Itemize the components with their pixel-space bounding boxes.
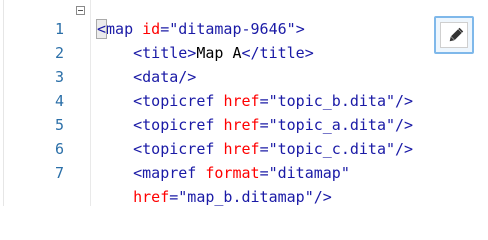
line-number: 3 [54,68,64,86]
code-token: "ditamap-9646" [169,20,296,38]
code-token: "topic_a.dita" [268,116,396,134]
code-text[interactable]: <map id="ditamap-9646"> [95,17,305,41]
code-token: <title> [97,44,197,62]
code-token: /> [395,116,414,134]
code-token: < [95,19,108,39]
code-token: format [205,164,260,182]
code-token: = [259,140,269,158]
code-token: <topicref [97,140,224,158]
code-line[interactable]: 6 <topicref href="topic_c.dita"/> [0,137,440,161]
code-token: <topicref [97,92,224,110]
code-text[interactable]: <data/> [97,65,196,89]
code-token: id [142,20,161,38]
code-token: href [223,116,260,134]
code-line[interactable]: 7 <mapref format="ditamap" [0,161,440,185]
line-number: 6 [54,140,64,158]
code-token: = [259,164,269,182]
code-text[interactable]: <topicref href="topic_b.dita"/> [97,89,413,113]
pencil-icon [449,27,464,42]
code-token: Map A [196,44,242,62]
code-token: /> [395,92,414,110]
code-token: /> [395,140,414,158]
code-text[interactable]: href="map_b.ditamap"/> [97,185,332,209]
code-line[interactable]: 1 <map id="ditamap-9646"> [0,17,440,41]
code-token: <topicref [97,116,224,134]
code-token: map [106,20,143,38]
code-token: "ditamap" [268,164,350,182]
code-token: = [169,188,179,206]
line-number: 2 [54,44,64,62]
code-line[interactable]: 3 <data/> [0,65,440,89]
code-token: href [97,188,170,206]
code-text[interactable]: <topicref href="topic_c.dita"/> [97,137,413,161]
edit-button[interactable] [434,16,474,54]
code-token: > [295,20,305,38]
code-token: </title> [241,44,314,62]
line-number: 1 [54,20,64,38]
code-text[interactable]: <topicref href="topic_a.dita"/> [97,113,413,137]
code-token: = [259,92,269,110]
code-token: = [160,20,170,38]
code-token: /> [313,188,332,206]
code-token: <mapref [97,164,206,182]
code-line[interactable]: 4 <topicref href="topic_b.dita"/> [0,89,440,113]
code-line[interactable]: 5 <topicref href="topic_a.dita"/> [0,113,440,137]
code-token: <data/> [97,68,197,86]
code-token: href [223,92,260,110]
code-token: "topic_b.dita" [268,92,396,110]
collapse-minus-icon[interactable] [76,6,85,15]
code-line[interactable]: 2 <title>Map A</title> [0,41,440,65]
code-token: "topic_c.dita" [268,140,396,158]
code-token: = [259,116,269,134]
code-token: href [223,140,260,158]
code-editor[interactable]: 1 <map id="ditamap-9646"> 2 <title>Map A</… [0,0,488,206]
code-line[interactable]: href="map_b.ditamap"/> [0,185,440,209]
line-number: 5 [54,116,64,134]
line-number: 4 [54,92,64,110]
code-text[interactable]: <title>Map A</title> [97,41,314,65]
code-token: "map_b.ditamap" [178,188,314,206]
line-number: 7 [54,164,64,182]
code-text[interactable]: <mapref format="ditamap" [97,161,350,185]
